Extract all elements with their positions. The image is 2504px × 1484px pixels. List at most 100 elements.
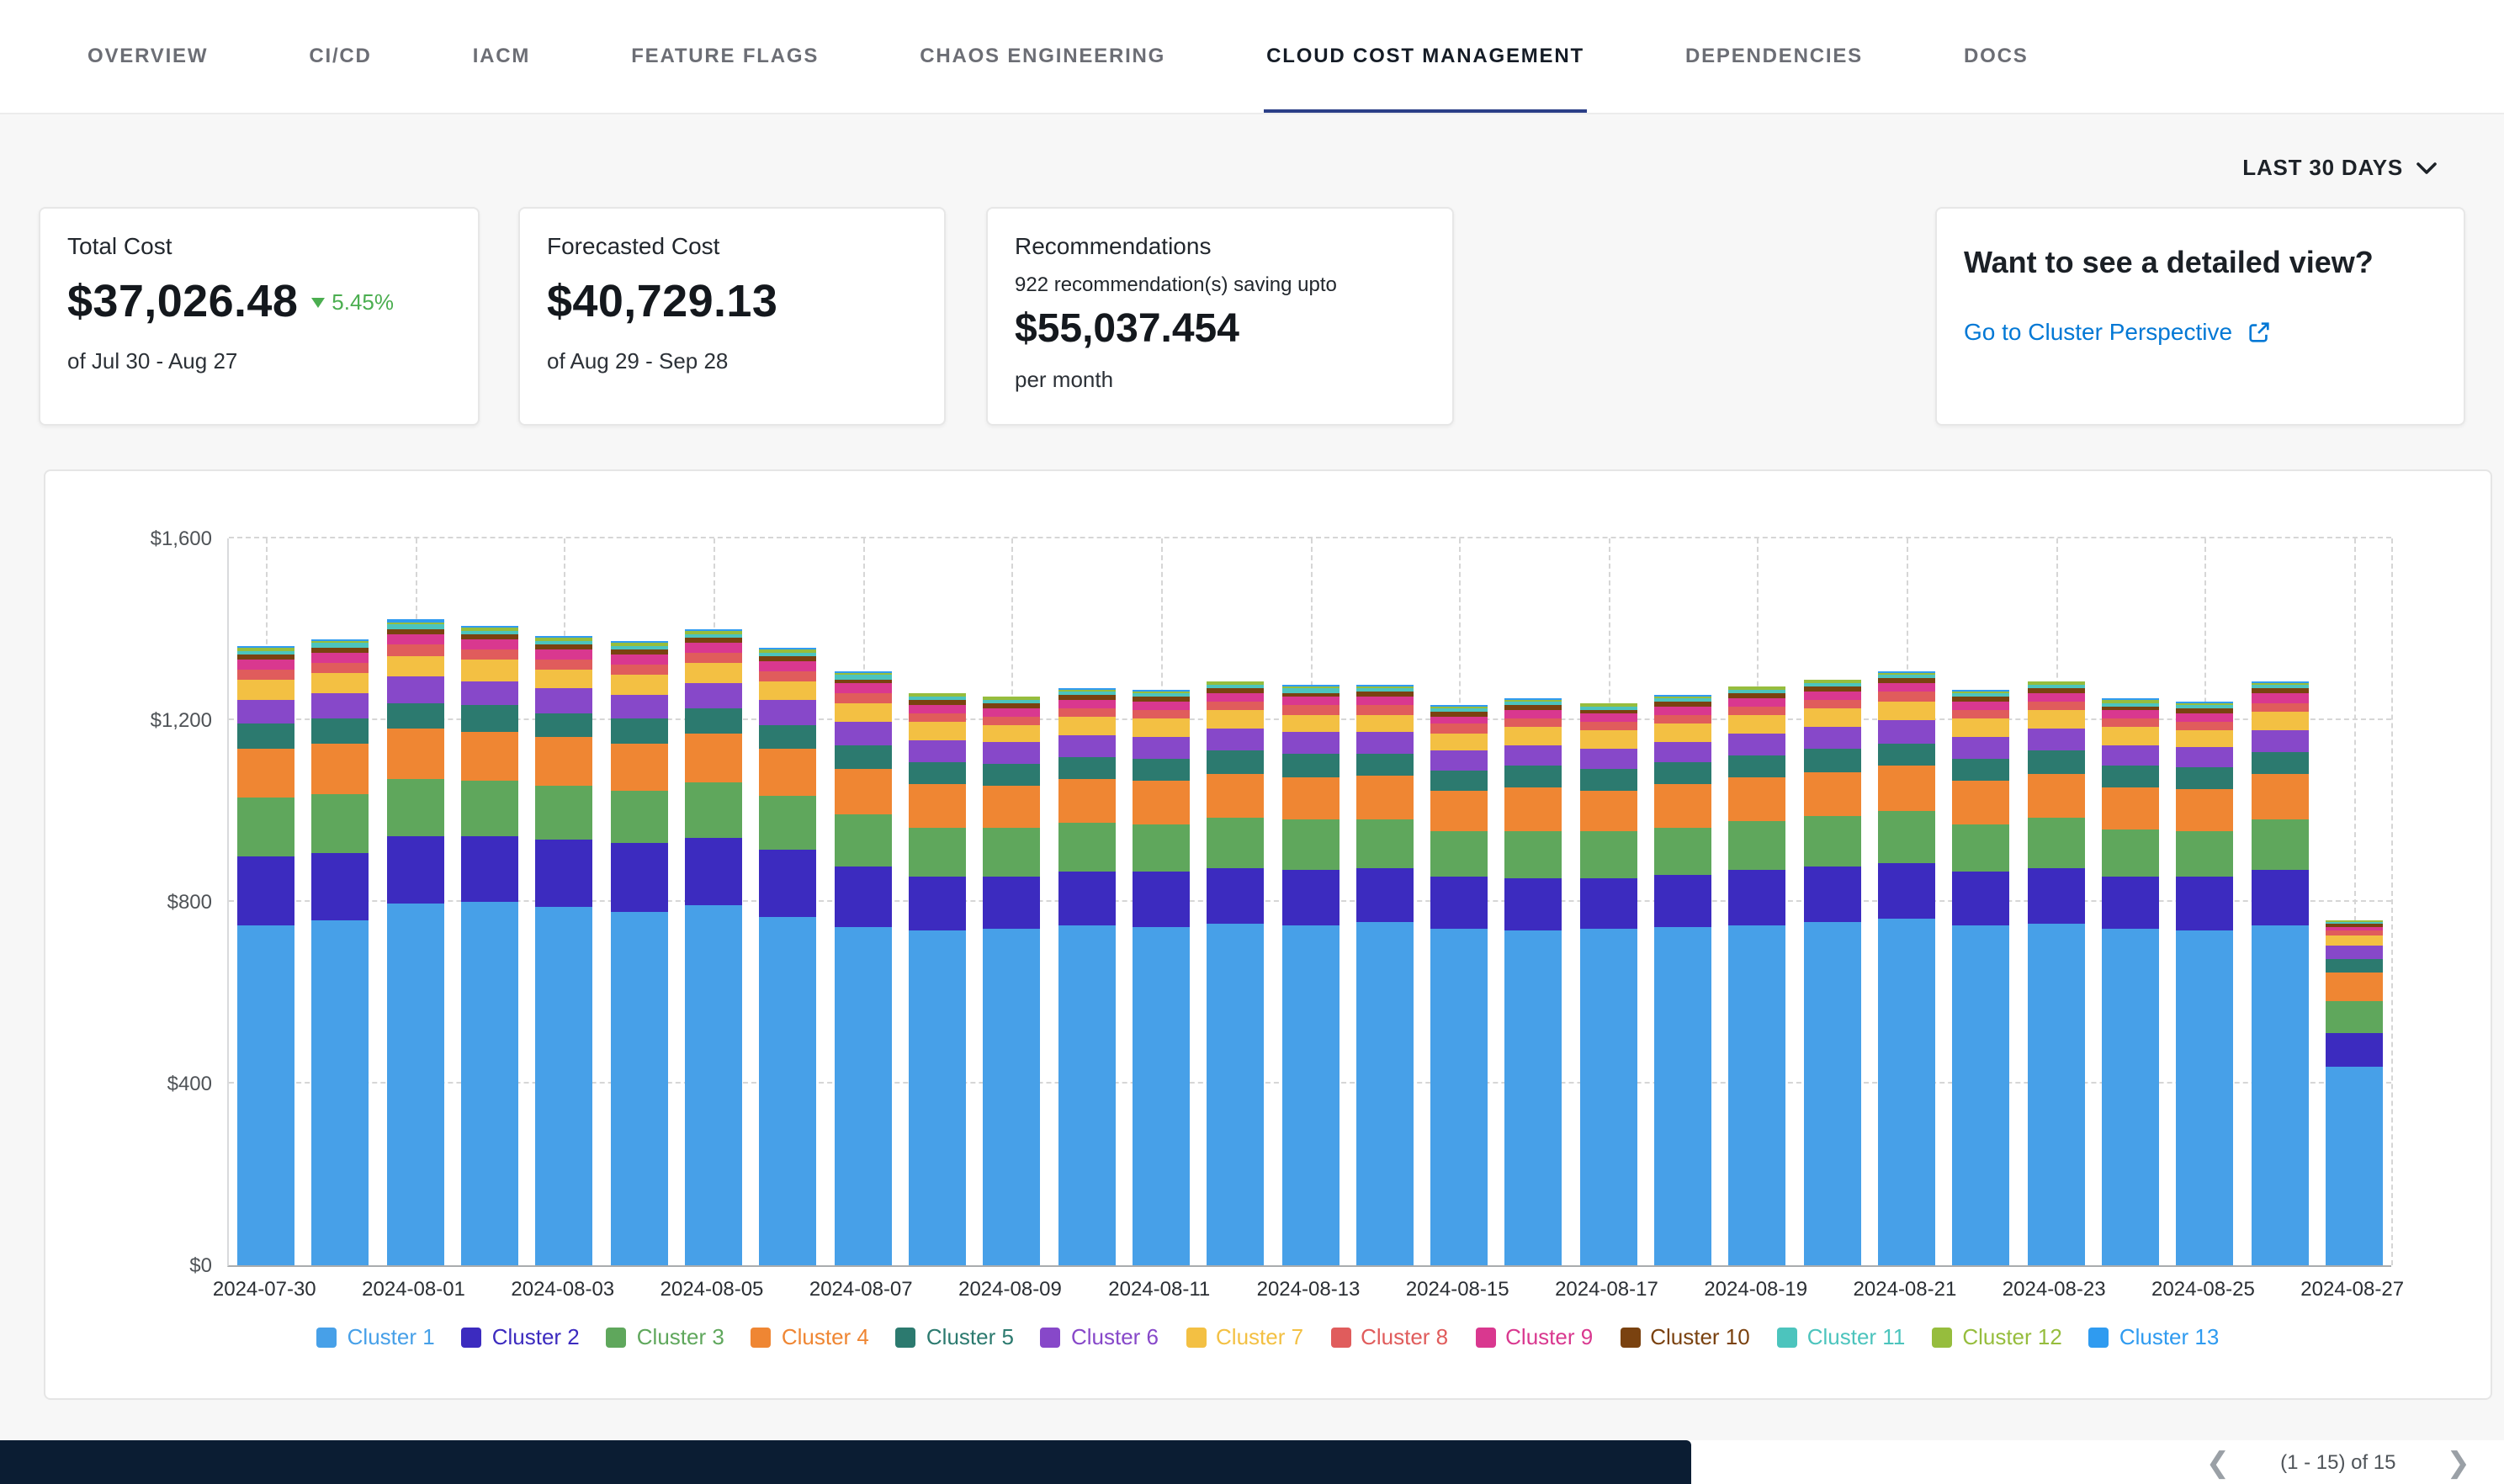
bar-2024-07-31[interactable] bbox=[312, 538, 369, 1265]
bar-2024-08-20[interactable] bbox=[1803, 538, 1860, 1265]
page-prev-icon[interactable]: ❮ bbox=[2206, 1448, 2231, 1476]
segment-cluster-6[interactable] bbox=[685, 683, 742, 708]
segment-cluster-1[interactable] bbox=[1579, 929, 1637, 1265]
segment-cluster-7[interactable] bbox=[1579, 731, 1637, 749]
segment-cluster-5[interactable] bbox=[1803, 750, 1860, 772]
segment-cluster-6[interactable] bbox=[1953, 737, 2010, 759]
legend-item-cluster-10[interactable]: Cluster 10 bbox=[1620, 1324, 1750, 1349]
legend-item-cluster-7[interactable]: Cluster 7 bbox=[1186, 1324, 1303, 1349]
segment-cluster-9[interactable] bbox=[1505, 710, 1562, 718]
segment-cluster-4[interactable] bbox=[1953, 781, 2010, 824]
segment-cluster-9[interactable] bbox=[685, 643, 742, 653]
segment-cluster-3[interactable] bbox=[2251, 819, 2308, 869]
segment-cluster-7[interactable] bbox=[1953, 719, 2010, 737]
segment-cluster-1[interactable] bbox=[1356, 922, 1414, 1265]
segment-cluster-6[interactable] bbox=[461, 681, 518, 706]
segment-cluster-3[interactable] bbox=[2102, 830, 2159, 877]
segment-cluster-6[interactable] bbox=[760, 701, 817, 725]
cluster-perspective-link[interactable]: Go to Cluster Perspective bbox=[1964, 318, 2437, 345]
segment-cluster-5[interactable] bbox=[760, 724, 817, 749]
segment-cluster-1[interactable] bbox=[1953, 925, 2010, 1265]
tab-ci-cd[interactable]: CI/CD bbox=[305, 0, 374, 113]
segment-cluster-6[interactable] bbox=[1281, 733, 1339, 755]
segment-cluster-9[interactable] bbox=[984, 708, 1041, 716]
segment-cluster-1[interactable] bbox=[461, 902, 518, 1265]
segment-cluster-4[interactable] bbox=[909, 784, 966, 828]
bar-2024-08-24[interactable] bbox=[2102, 538, 2159, 1265]
segment-cluster-4[interactable] bbox=[984, 785, 1041, 828]
segment-cluster-6[interactable] bbox=[2102, 745, 2159, 766]
segment-cluster-9[interactable] bbox=[312, 653, 369, 663]
segment-cluster-9[interactable] bbox=[909, 704, 966, 713]
bar-2024-08-14[interactable] bbox=[1356, 538, 1414, 1265]
segment-cluster-5[interactable] bbox=[834, 745, 891, 768]
segment-cluster-7[interactable] bbox=[909, 722, 966, 739]
segment-cluster-2[interactable] bbox=[2326, 1032, 2383, 1067]
segment-cluster-8[interactable] bbox=[760, 671, 817, 681]
segment-cluster-9[interactable] bbox=[1953, 701, 2010, 709]
segment-cluster-8[interactable] bbox=[461, 649, 518, 660]
segment-cluster-5[interactable] bbox=[2102, 766, 2159, 788]
segment-cluster-4[interactable] bbox=[1058, 779, 1115, 823]
bar-2024-08-08[interactable] bbox=[909, 538, 966, 1265]
segment-cluster-2[interactable] bbox=[237, 856, 294, 925]
segment-cluster-4[interactable] bbox=[387, 729, 444, 779]
segment-cluster-1[interactable] bbox=[237, 925, 294, 1265]
segment-cluster-2[interactable] bbox=[312, 853, 369, 921]
segment-cluster-2[interactable] bbox=[461, 835, 518, 902]
segment-cluster-1[interactable] bbox=[2102, 929, 2159, 1265]
segment-cluster-2[interactable] bbox=[1058, 872, 1115, 925]
segment-cluster-5[interactable] bbox=[387, 702, 444, 729]
segment-cluster-9[interactable] bbox=[1281, 697, 1339, 706]
segment-cluster-6[interactable] bbox=[1207, 729, 1264, 750]
segment-cluster-8[interactable] bbox=[1058, 708, 1115, 718]
segment-cluster-1[interactable] bbox=[2326, 1067, 2383, 1266]
tab-cloud-cost-management[interactable]: CLOUD COST MANAGEMENT bbox=[1263, 0, 1588, 113]
segment-cluster-2[interactable] bbox=[1953, 872, 2010, 925]
segment-cluster-4[interactable] bbox=[834, 768, 891, 814]
segment-cluster-8[interactable] bbox=[2027, 702, 2084, 711]
segment-cluster-7[interactable] bbox=[1654, 723, 1711, 741]
segment-cluster-1[interactable] bbox=[1654, 927, 1711, 1265]
segment-cluster-3[interactable] bbox=[984, 829, 1041, 877]
segment-cluster-5[interactable] bbox=[2251, 752, 2308, 775]
segment-cluster-8[interactable] bbox=[1430, 724, 1488, 733]
segment-cluster-6[interactable] bbox=[1729, 734, 1786, 755]
segment-cluster-7[interactable] bbox=[2102, 728, 2159, 745]
segment-cluster-4[interactable] bbox=[1356, 776, 1414, 820]
bar-2024-08-16[interactable] bbox=[1505, 538, 1562, 1265]
segment-cluster-3[interactable] bbox=[1430, 832, 1488, 877]
segment-cluster-4[interactable] bbox=[1654, 785, 1711, 828]
segment-cluster-7[interactable] bbox=[1133, 719, 1190, 737]
segment-cluster-7[interactable] bbox=[984, 725, 1041, 743]
segment-cluster-6[interactable] bbox=[2326, 946, 2383, 958]
segment-cluster-5[interactable] bbox=[984, 763, 1041, 785]
segment-cluster-3[interactable] bbox=[461, 780, 518, 835]
segment-cluster-7[interactable] bbox=[1281, 715, 1339, 733]
segment-cluster-1[interactable] bbox=[1505, 930, 1562, 1266]
segment-cluster-5[interactable] bbox=[1133, 758, 1190, 780]
segment-cluster-1[interactable] bbox=[834, 927, 891, 1265]
segment-cluster-1[interactable] bbox=[2176, 931, 2233, 1265]
segment-cluster-2[interactable] bbox=[610, 844, 667, 912]
segment-cluster-3[interactable] bbox=[1729, 821, 1786, 870]
segment-cluster-2[interactable] bbox=[1430, 877, 1488, 928]
segment-cluster-2[interactable] bbox=[1654, 875, 1711, 928]
segment-cluster-1[interactable] bbox=[1729, 925, 1786, 1265]
segment-cluster-8[interactable] bbox=[1505, 718, 1562, 727]
tab-docs[interactable]: DOCS bbox=[1960, 0, 2032, 113]
segment-cluster-7[interactable] bbox=[2027, 711, 2084, 729]
segment-cluster-3[interactable] bbox=[1281, 820, 1339, 869]
bar-2024-08-04[interactable] bbox=[610, 538, 667, 1265]
segment-cluster-8[interactable] bbox=[610, 665, 667, 675]
segment-cluster-2[interactable] bbox=[1356, 868, 1414, 923]
segment-cluster-5[interactable] bbox=[1281, 755, 1339, 776]
tab-chaos-engineering[interactable]: CHAOS ENGINEERING bbox=[916, 0, 1169, 113]
segment-cluster-4[interactable] bbox=[1207, 774, 1264, 819]
segment-cluster-2[interactable] bbox=[536, 840, 593, 908]
segment-cluster-1[interactable] bbox=[984, 928, 1041, 1265]
bar-2024-08-01[interactable] bbox=[387, 538, 444, 1265]
segment-cluster-5[interactable] bbox=[1878, 743, 1935, 766]
segment-cluster-4[interactable] bbox=[2326, 973, 2383, 1001]
segment-cluster-9[interactable] bbox=[1058, 700, 1115, 708]
